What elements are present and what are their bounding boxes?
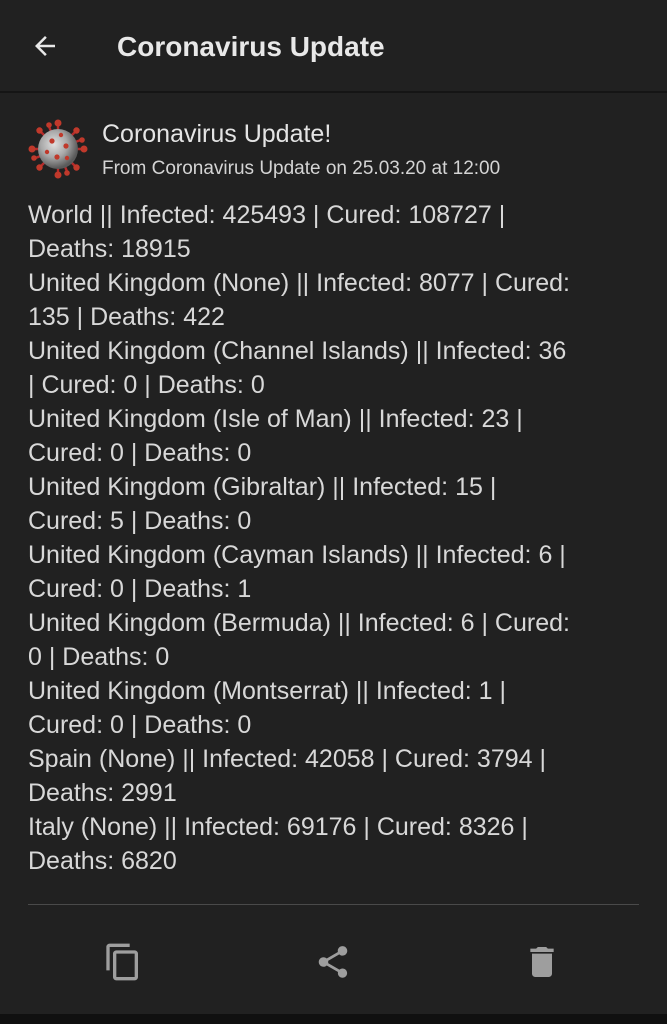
- body-line: Spain (None) || Infected: 42058 | Cured:…: [28, 745, 546, 773]
- body-line: Deaths: 18915: [28, 235, 191, 263]
- notification-subtitle: From Coronavirus Update on 25.03.20 at 1…: [102, 158, 501, 179]
- body-line: United Kingdom (Bermuda) || Infected: 6 …: [28, 609, 570, 637]
- body-line: World || Infected: 425493 | Cured: 10872…: [28, 201, 506, 229]
- bottom-edge: [0, 1014, 667, 1024]
- body-line: Deaths: 6820: [28, 847, 177, 875]
- body-line: Deaths: 2991: [28, 779, 177, 807]
- body-line: 135 | Deaths: 422: [28, 303, 225, 331]
- divider: [28, 904, 639, 905]
- body-line: Cured: 0 | Deaths: 0: [28, 711, 252, 739]
- notification-title: Coronavirus Update!: [102, 120, 332, 148]
- share-icon: [318, 946, 348, 978]
- back-button[interactable]: [26, 27, 64, 65]
- body-line: 0 | Deaths: 0: [28, 643, 170, 671]
- arrow-left-icon: [35, 36, 55, 56]
- copy-icon: [106, 943, 138, 981]
- page-title: Coronavirus Update: [117, 31, 385, 62]
- body-line: Italy (None) || Infected: 69176 | Cured:…: [28, 813, 528, 841]
- screen: Coronavirus Update Coronavirus Update! F…: [0, 0, 667, 1024]
- body-line: United Kingdom (Channel Islands) || Infe…: [28, 337, 567, 365]
- body-line: Cured: 0 | Deaths: 0: [28, 439, 252, 467]
- body-line: | Cured: 0 | Deaths: 0: [28, 371, 265, 399]
- body-line: Cured: 5 | Deaths: 0: [28, 507, 252, 535]
- delete-icon: [530, 947, 554, 977]
- body-line: United Kingdom (Isle of Man) || Infected…: [28, 405, 523, 433]
- body-line: United Kingdom (Gibraltar) || Infected: …: [28, 473, 497, 501]
- app-bar: Coronavirus Update: [0, 0, 667, 91]
- coronavirus-icon: [28, 119, 88, 179]
- body-line: United Kingdom (Cayman Islands) || Infec…: [28, 541, 566, 569]
- share-button[interactable]: [306, 935, 360, 989]
- body-line: United Kingdom (Montserrat) || Infected:…: [28, 677, 507, 705]
- body-line: Cured: 0 | Deaths: 1: [28, 575, 252, 603]
- notification-body: World || Infected: 425493 | Cured: 10872…: [28, 198, 640, 878]
- delete-button[interactable]: [515, 935, 569, 989]
- copy-button[interactable]: [96, 935, 150, 989]
- notification-card: Coronavirus Update! From Coronavirus Upd…: [0, 91, 667, 1016]
- body-line: United Kingdom (None) || Infected: 8077 …: [28, 269, 571, 297]
